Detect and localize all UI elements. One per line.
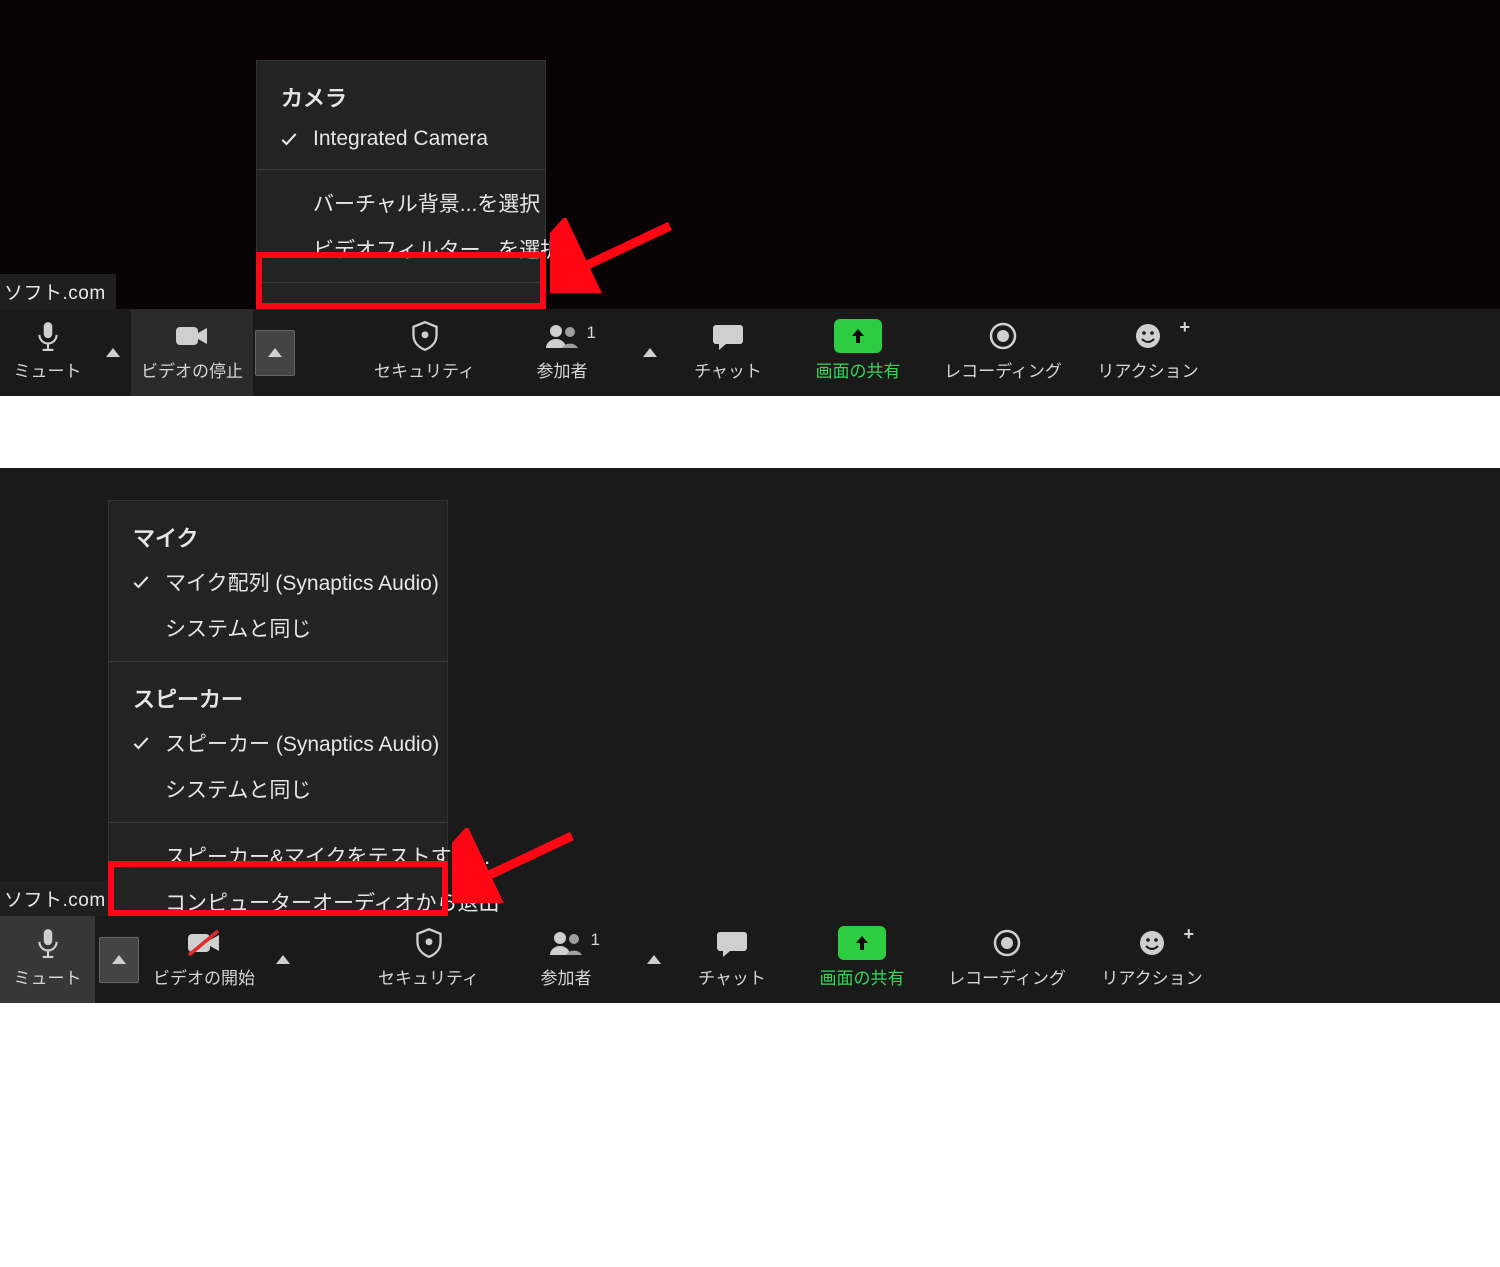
menu-header-camera: カメラ (257, 71, 545, 119)
chat-icon (712, 321, 744, 351)
toolbar-label: ビデオの停止 (141, 357, 243, 382)
menu-item-label: Integrated Camera (313, 127, 488, 150)
participants-caret[interactable] (632, 309, 668, 396)
chat-icon (716, 928, 748, 958)
audio-options-caret[interactable] (95, 309, 131, 396)
menu-item-test-audio[interactable]: スピーカー&マイクをテストする... (109, 833, 447, 879)
chevron-up-icon (268, 348, 282, 357)
shield-icon (415, 928, 443, 958)
watermark-label: ソフト.com (0, 881, 116, 916)
menu-item-label: コンピューターオーディオから退出 (165, 892, 500, 915)
chevron-up-icon (276, 955, 290, 964)
menu-item-mic-system[interactable]: システムと同じ (109, 605, 447, 651)
check-icon (131, 733, 151, 753)
chevron-up-icon (106, 348, 120, 357)
shield-icon (411, 321, 439, 351)
video-camera-off-icon (186, 928, 222, 958)
toolbar-label: ミュート (14, 964, 82, 989)
toolbar-label: 画面の共有 (816, 357, 901, 382)
share-screen-button[interactable]: 画面の共有 (792, 916, 932, 1003)
video-options-caret[interactable] (253, 309, 297, 396)
participants-icon (548, 928, 584, 958)
share-screen-button[interactable]: 画面の共有 (788, 309, 928, 396)
plus-icon: + (1179, 317, 1190, 338)
chat-button[interactable]: チャット (668, 309, 788, 396)
menu-item-camera-integrated[interactable]: Integrated Camera (257, 119, 545, 159)
video-camera-icon (175, 321, 209, 351)
participants-button[interactable]: 1 参加者 (492, 309, 632, 396)
menu-item-mic-array[interactable]: マイク配列 (Synaptics Audio) (109, 559, 447, 605)
toolbar-label: チャット (694, 357, 762, 382)
toolbar-label: チャット (698, 964, 766, 989)
reactions-button[interactable]: + リアクション (1078, 309, 1218, 396)
zoom-window-video-menu: ソフト.com カメラ Integrated Camera バーチャル背景...… (0, 0, 1500, 396)
toolbar-label: セキュリティ (378, 964, 479, 989)
check-icon (131, 572, 151, 592)
security-button[interactable]: セキュリティ (361, 916, 496, 1003)
meeting-toolbar: ミュート ビデオの停止 セキュリティ 1 参加者 (0, 309, 1500, 396)
menu-item-label: システムと同じ (165, 779, 311, 802)
caret-button-box (99, 937, 139, 983)
toolbar-label: 参加者 (541, 964, 592, 989)
menu-header-mic: マイク (109, 511, 447, 559)
meeting-toolbar: ミュート ビデオの開始 セキュリティ 1 参加者 (0, 916, 1500, 1003)
toolbar-label: ミュート (14, 357, 82, 382)
toolbar-spacer (297, 309, 357, 396)
toolbar-label: セキュリティ (374, 357, 475, 382)
menu-item-label: システムと同じ (165, 618, 311, 641)
recording-button[interactable]: レコーディング (932, 916, 1082, 1003)
share-screen-icon (834, 321, 882, 351)
toolbar-label: 画面の共有 (820, 964, 905, 989)
toolbar-label: 参加者 (537, 357, 588, 382)
watermark-label: ソフト.com (0, 274, 116, 309)
menu-header-speaker: スピーカー (109, 672, 447, 720)
microphone-icon (35, 928, 61, 958)
toolbar-label: レコーディング (944, 357, 1062, 382)
toolbar-label: ビデオの開始 (153, 964, 255, 989)
start-video-button[interactable]: ビデオの開始 (143, 916, 265, 1003)
menu-item-speaker-system[interactable]: システムと同じ (109, 766, 447, 812)
caret-button-box (255, 330, 295, 376)
toolbar-label: リアクション (1101, 964, 1202, 989)
participants-caret[interactable] (636, 916, 672, 1003)
reactions-button[interactable]: + リアクション (1082, 916, 1222, 1003)
zoom-window-audio-menu: ソフト.com マイク マイク配列 (Synaptics Audio) システム… (0, 468, 1500, 1003)
video-options-caret[interactable] (265, 916, 301, 1003)
microphone-icon (35, 321, 61, 351)
menu-item-speaker-synaptics[interactable]: スピーカー (Synaptics Audio) (109, 720, 447, 766)
menu-item-video-filter[interactable]: ビデオフィルター...を選択 (257, 226, 545, 272)
audio-options-caret[interactable] (95, 916, 143, 1003)
toolbar-label: リアクション (1097, 357, 1198, 382)
chat-button[interactable]: チャット (672, 916, 792, 1003)
chevron-up-icon (112, 955, 126, 964)
participants-count: 1 (587, 323, 596, 343)
participants-count: 1 (591, 930, 600, 950)
participants-icon (544, 321, 580, 351)
security-button[interactable]: セキュリティ (357, 309, 492, 396)
mute-button[interactable]: ミュート (0, 916, 95, 1003)
menu-item-label: スピーカー&マイクをテストする... (165, 846, 490, 869)
annotation-arrow-icon (550, 218, 680, 293)
menu-item-virtual-background[interactable]: バーチャル背景...を選択 (257, 180, 545, 226)
menu-item-label: ビデオフィルター...を選択 (313, 239, 561, 262)
toolbar-label: レコーディング (948, 964, 1066, 989)
menu-item-label: バーチャル背景...を選択 (313, 193, 540, 216)
check-icon (279, 129, 299, 149)
smile-icon (1138, 928, 1166, 958)
chevron-up-icon (647, 955, 661, 964)
recording-button[interactable]: レコーディング (928, 309, 1078, 396)
record-icon (989, 321, 1017, 351)
participants-button[interactable]: 1 参加者 (496, 916, 636, 1003)
stop-video-button[interactable]: ビデオの停止 (131, 309, 253, 396)
record-icon (993, 928, 1021, 958)
toolbar-spacer (301, 916, 361, 1003)
plus-icon: + (1183, 924, 1194, 945)
chevron-up-icon (643, 348, 657, 357)
share-screen-icon (838, 928, 886, 958)
menu-item-label: スピーカー (Synaptics Audio) (165, 733, 439, 756)
menu-item-label: マイク配列 (Synaptics Audio) (165, 572, 439, 595)
mute-button[interactable]: ミュート (0, 309, 95, 396)
video-options-menu: カメラ Integrated Camera バーチャル背景...を選択 ビデオフ… (256, 60, 546, 350)
smile-icon (1134, 321, 1162, 351)
